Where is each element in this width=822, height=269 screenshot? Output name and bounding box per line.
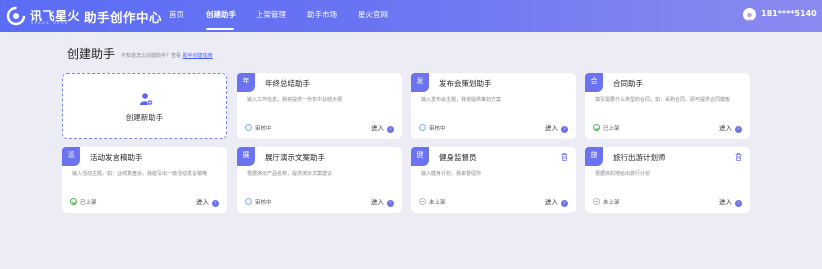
assistant-card[interactable]: 活 活动发言稿助手 输入活动主题，如：业绩复盘会，我能写出一篇活动发言稿哦 已上… bbox=[62, 147, 227, 213]
hint-text: 不知道怎么创建助手？查看 bbox=[121, 53, 182, 59]
card-badge: 健 bbox=[411, 147, 429, 166]
card-status: 审核中 bbox=[245, 124, 272, 133]
enter-button[interactable]: 进入 › bbox=[545, 124, 568, 133]
card-status: 已上架 bbox=[593, 124, 620, 133]
card-description: 填写需要什么类型的合同，如：采购合同，即可提供合同模板 bbox=[595, 97, 731, 103]
enter-button[interactable]: 进入 › bbox=[371, 198, 394, 207]
assistant-card[interactable]: 旅 旅行出游计划师 根据目的地给出旅行计划 未上架 进入 › bbox=[585, 147, 750, 213]
status-label: 审核中 bbox=[255, 126, 272, 132]
in-review-icon bbox=[245, 124, 252, 131]
card-status: 未上架 bbox=[593, 198, 620, 207]
card-description: 输入工作信息，我将提供一份年中总结大纲 bbox=[247, 97, 343, 103]
card-badge: 年 bbox=[237, 73, 255, 92]
enter-label: 进入 bbox=[545, 124, 558, 132]
status-label: 审核中 bbox=[429, 126, 446, 132]
card-badge: 活 bbox=[62, 147, 80, 166]
user-avatar[interactable] bbox=[743, 8, 756, 21]
status-label: 审核中 bbox=[255, 200, 272, 206]
status-label: 未上架 bbox=[603, 200, 620, 206]
arrow-right-icon: › bbox=[735, 126, 742, 133]
arrow-right-icon: › bbox=[735, 200, 742, 207]
nav-spark-website[interactable]: 星火官网 bbox=[358, 0, 388, 32]
enter-button[interactable]: 进入 › bbox=[196, 198, 219, 207]
assistant-card[interactable]: 发 发布会策划助手 输入发布会主题，我将提供策划方案 审核中 进入 › bbox=[411, 73, 576, 139]
nav-assistant-market[interactable]: 助手市场 bbox=[307, 0, 337, 32]
spark-logo-icon[interactable] bbox=[6, 6, 26, 26]
enter-button[interactable]: 进入 › bbox=[719, 124, 742, 133]
user-phone[interactable]: 181****5140 bbox=[761, 9, 817, 18]
card-title: 发布会策划助手 bbox=[439, 79, 492, 88]
create-hint: 不知道怎么创建助手？查看 助手创建指南 bbox=[121, 52, 213, 59]
status-label: 已上架 bbox=[603, 126, 620, 132]
status-label: 已上架 bbox=[80, 200, 97, 206]
arrow-right-icon: › bbox=[561, 200, 568, 207]
enter-label: 进入 bbox=[719, 124, 732, 132]
card-description: 输入发布会主题，我将提供策划方案 bbox=[421, 97, 502, 103]
assistant-card[interactable]: 年 年终总结助手 输入工作信息，我将提供一份年中总结大纲 审核中 进入 › bbox=[237, 73, 402, 139]
card-badge: 合 bbox=[585, 73, 603, 92]
status-label: 未上架 bbox=[429, 200, 446, 206]
card-status: 审核中 bbox=[419, 124, 446, 133]
page-title: 创建助手 bbox=[67, 47, 116, 61]
trash-icon[interactable] bbox=[561, 153, 568, 161]
trash-icon[interactable] bbox=[735, 153, 742, 161]
card-status: 未上架 bbox=[419, 198, 446, 207]
guide-link[interactable]: 助手创建指南 bbox=[183, 53, 213, 59]
add-user-icon bbox=[139, 93, 153, 106]
listed-check-icon bbox=[593, 124, 600, 131]
arrow-right-icon: › bbox=[387, 126, 394, 133]
card-description: 输入活动主题，如：业绩复盘会，我能写出一篇活动发言稿哦 bbox=[72, 171, 208, 177]
create-new-assistant-card[interactable]: 创建新助手 bbox=[62, 73, 227, 139]
enter-label: 进入 bbox=[545, 198, 558, 206]
product-title: 助手创作中心 bbox=[84, 10, 163, 25]
listed-check-icon bbox=[70, 198, 77, 205]
brand-subtitle: SPARK DESK bbox=[31, 21, 69, 25]
create-new-assistant-label: 创建新助手 bbox=[125, 113, 164, 122]
enter-label: 进入 bbox=[371, 198, 384, 206]
card-title: 展厅演示文案助手 bbox=[265, 153, 325, 162]
card-title: 年终总结助手 bbox=[265, 79, 310, 88]
card-title: 健身监督员 bbox=[439, 153, 477, 162]
unlisted-icon bbox=[593, 198, 600, 205]
in-review-icon bbox=[245, 198, 252, 205]
unlisted-icon bbox=[419, 198, 426, 205]
card-status: 审核中 bbox=[245, 198, 272, 207]
arrow-right-icon: › bbox=[561, 126, 568, 133]
assistant-card[interactable]: 健 健身监督员 输入健身计划，我来督促你 未上架 进入 › bbox=[411, 147, 576, 213]
enter-label: 进入 bbox=[371, 124, 384, 132]
arrow-right-icon: › bbox=[387, 200, 394, 207]
enter-button[interactable]: 进入 › bbox=[545, 198, 568, 207]
active-nav-indicator bbox=[206, 28, 234, 30]
nav-home[interactable]: 首页 bbox=[169, 0, 184, 32]
card-title: 合同助手 bbox=[613, 79, 643, 88]
enter-button[interactable]: 进入 › bbox=[719, 198, 742, 207]
card-description: 根据演示产品名称，提供演示文案建议 bbox=[247, 171, 333, 177]
top-navbar: 讯飞星火 SPARK DESK 助手创作中心 首页 创建助手 上架管理 助手市场… bbox=[0, 0, 822, 32]
enter-label: 进入 bbox=[196, 198, 209, 206]
enter-button[interactable]: 进入 › bbox=[371, 124, 394, 133]
card-description: 输入健身计划，我来督促你 bbox=[421, 171, 482, 177]
card-description: 根据目的地给出旅行计划 bbox=[595, 171, 651, 177]
card-badge: 发 bbox=[411, 73, 429, 92]
card-title: 活动发言稿助手 bbox=[90, 153, 143, 162]
user-avatar-icon bbox=[745, 12, 754, 21]
assistant-card[interactable]: 合 合同助手 填写需要什么类型的合同，如：采购合同，即可提供合同模板 已上架 进… bbox=[585, 73, 750, 139]
card-badge: 展 bbox=[237, 147, 255, 166]
assistant-card[interactable]: 展 展厅演示文案助手 根据演示产品名称，提供演示文案建议 审核中 进入 › bbox=[237, 147, 402, 213]
arrow-right-icon: › bbox=[212, 200, 219, 207]
card-badge: 旅 bbox=[585, 147, 603, 166]
enter-label: 进入 bbox=[719, 198, 732, 206]
card-title: 旅行出游计划师 bbox=[613, 153, 666, 162]
in-review-icon bbox=[419, 124, 426, 131]
nav-listing-management[interactable]: 上架管理 bbox=[256, 0, 286, 32]
card-status: 已上架 bbox=[70, 198, 97, 207]
